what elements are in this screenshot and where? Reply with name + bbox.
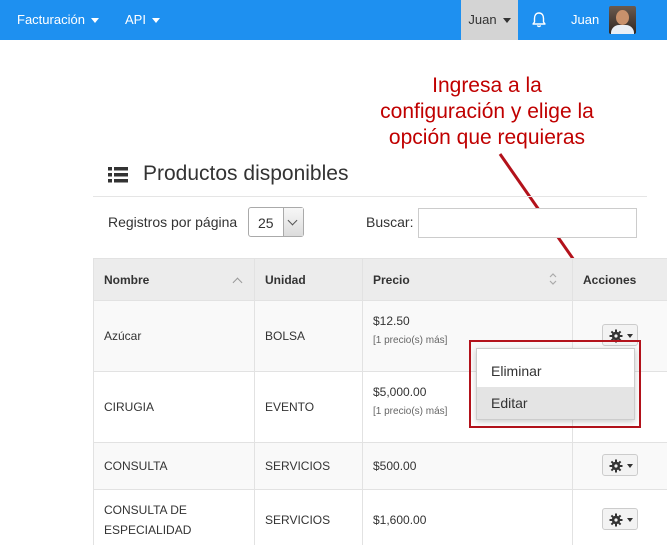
title-divider [93,196,647,197]
column-header-acciones: Acciones [583,273,637,287]
cell-nombre: Azúcar [104,329,142,343]
gear-icon [609,513,623,527]
records-per-page-label: Registros por página [108,214,238,230]
column-header-precio[interactable]: Precio [373,273,410,287]
sort-both-icon[interactable] [549,272,557,286]
cell-nombre: CIRUGIA [104,400,155,414]
column-header-nombre[interactable]: Nombre [104,273,149,287]
panel-title-text: Productos disponibles [143,162,349,185]
annotation-line-1: Ingresa a la [432,74,542,97]
select-toggle[interactable] [283,208,303,236]
menu-facturacion[interactable]: Facturación [17,0,99,40]
menu-item-editar[interactable]: Editar [477,387,634,419]
cell-precio: $12.50 [373,314,410,328]
cell-nombre: CONSULTA [104,459,168,473]
cell-unidad: SERVICIOS [265,513,331,527]
caret-down-icon [502,18,511,24]
annotation-callout: Ingresa a la configuración y elige la op… [352,73,622,151]
user-name-label: Juan [571,12,600,27]
actions-button[interactable] [602,508,638,530]
cell-precio: $1,600.00 [373,513,427,527]
cell-nombre-line-2: ESPECIALIDAD [104,523,192,537]
cell-precio-extra[interactable]: [1 precio(s) más] [373,406,447,417]
actions-dropdown-menu: Eliminar Editar [476,348,635,420]
user-dropdown[interactable]: Juan [461,0,518,40]
records-per-page-value: 25 [258,215,274,231]
caret-down-icon [627,518,633,522]
search-input[interactable] [418,208,637,238]
caret-down-icon [151,18,160,24]
cell-precio: $500.00 [373,459,417,473]
chevron-down-icon [287,215,298,226]
caret-down-icon [90,18,99,24]
cell-nombre-line-1: CONSULTA DE [104,503,187,517]
records-per-page-select[interactable]: 25 [248,207,304,237]
search-label: Buscar: [366,214,414,230]
cell-unidad: EVENTO [265,400,315,414]
bell-icon[interactable] [530,11,548,29]
top-navbar: Facturación API Juan Juan [0,0,667,40]
menu-api-label: API [125,12,146,27]
menu-item-eliminar[interactable]: Eliminar [477,355,634,387]
cell-unidad: BOLSA [265,329,306,343]
cell-unidad: SERVICIOS [265,459,331,473]
annotation-line-3: opción que requieras [388,126,586,149]
avatar[interactable] [609,6,636,34]
column-header-unidad[interactable]: Unidad [265,273,306,287]
caret-down-icon [627,334,633,338]
cell-precio: $5,000.00 [373,385,427,399]
gear-icon [609,459,623,473]
actions-button[interactable] [602,454,638,476]
annotation-line-2: configuración y elige la [380,100,594,123]
menu-api[interactable]: API [125,0,160,40]
menu-facturacion-label: Facturación [17,12,85,27]
list-icon [108,167,128,183]
caret-down-icon [627,464,633,468]
user-dropdown-label: Juan [468,12,497,27]
cell-precio-extra[interactable]: [1 precio(s) más] [373,335,447,346]
user-name[interactable]: Juan [571,0,599,40]
